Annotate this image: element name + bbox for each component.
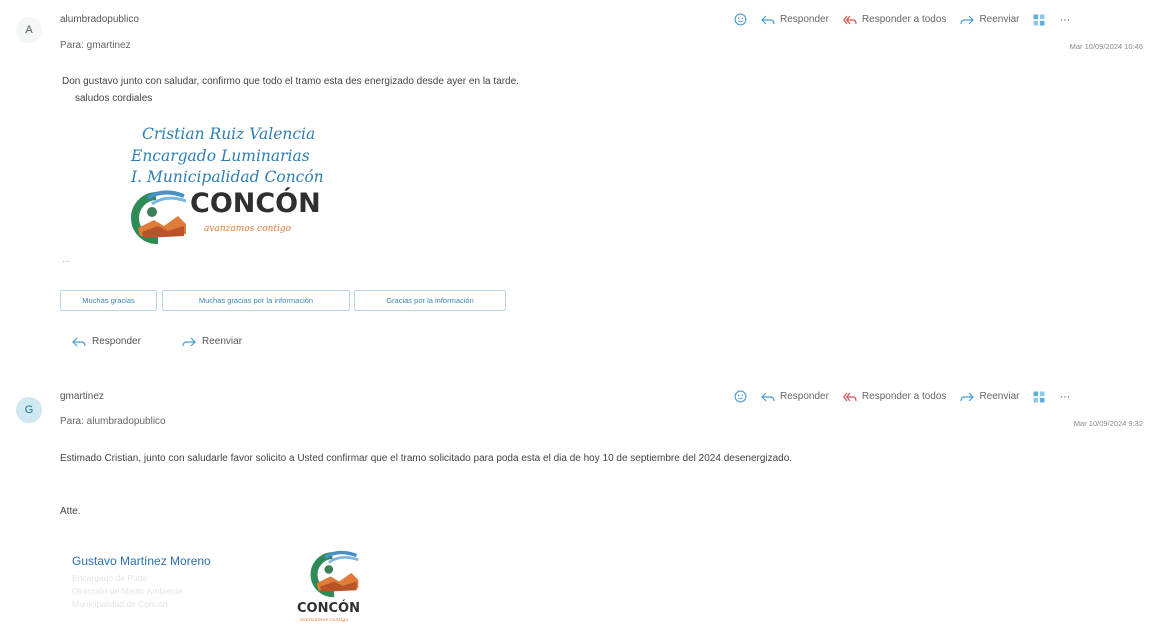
message-body-line: saludos cordiales (75, 93, 153, 104)
concon-logo: CONCÓN avanzamos contigo (290, 546, 386, 626)
reply-label: Responder (780, 391, 829, 402)
footer-reply-button[interactable]: Responder (72, 336, 141, 347)
message-closing: Atte. (60, 506, 81, 517)
smiley-icon (734, 13, 747, 26)
footer-forward-label: Reenviar (202, 336, 243, 347)
apps-button[interactable] (1033, 14, 1045, 26)
quick-reply-chip[interactable]: Gracias por la información (354, 290, 506, 311)
emoji-reaction-button[interactable] (734, 13, 747, 26)
recipient-line: Para: alumbradopublico (60, 416, 166, 427)
more-options-icon: ··· (1059, 390, 1071, 403)
signature-title: Encargado de Poda (72, 573, 148, 583)
sender-avatar: G (16, 397, 42, 423)
message-date: Mar 10/09/2024 10:46 (1069, 42, 1143, 51)
message-actions: Responder Responder a todos Reenviar ··· (734, 13, 1070, 26)
footer-forward-button[interactable]: Reenviar (182, 336, 242, 347)
reply-all-label: Responder a todos (861, 14, 947, 25)
forward-arrow-icon (182, 337, 196, 346)
signature-organization: Municipalidad de Concón (72, 599, 168, 609)
sender-name[interactable]: alumbradopublico (60, 14, 139, 25)
reply-arrow-icon (761, 15, 775, 24)
reply-all-arrow-icon (842, 15, 857, 24)
logo-wordmark: CONCÓN (297, 601, 360, 616)
reply-label: Responder (780, 14, 829, 25)
message-body-line: Don gustavo junto con saludar, confirmo … (62, 76, 519, 87)
more-options-icon: ··· (1059, 13, 1071, 26)
concon-emblem-icon (131, 190, 187, 244)
recipient-line: Para: gmartinez (60, 40, 131, 51)
reply-button[interactable]: Responder (761, 14, 829, 25)
signature-title: Encargado Luminarias (131, 147, 310, 165)
reply-all-button[interactable]: Responder a todos (842, 391, 947, 402)
signature-name: Cristian Ruiz Valencia (142, 125, 316, 143)
reply-all-arrow-icon (842, 392, 857, 401)
reply-button[interactable]: Responder (761, 391, 829, 402)
sender-name[interactable]: gmartinez (60, 391, 104, 402)
logo-tagline: avanzamos contigo (204, 224, 292, 234)
more-options-button[interactable]: ··· (1059, 391, 1070, 403)
quick-reply-chip[interactable]: Muchas gracias por la información (162, 290, 350, 311)
reply-all-button[interactable]: Responder a todos (842, 14, 947, 25)
emoji-reaction-button[interactable] (734, 390, 747, 403)
footer-reply-label: Responder (92, 336, 141, 347)
grid-apps-icon (1033, 14, 1045, 25)
message-date: Mar 10/09/2024 9:32 (1073, 419, 1143, 428)
smiley-icon (734, 390, 747, 403)
reply-all-label: Responder a todos (861, 391, 947, 402)
quick-reply-chip[interactable]: Muchas gracias (60, 290, 157, 311)
concon-logo: CONCÓN avanzamos contigo (128, 186, 343, 244)
message-actions: Responder Responder a todos Reenviar ··· (734, 390, 1070, 403)
grid-apps-icon (1033, 391, 1045, 402)
logo-tagline: avanzamos contigo (300, 617, 349, 623)
forward-arrow-icon (960, 392, 975, 401)
apps-button[interactable] (1033, 391, 1045, 403)
concon-emblem-icon (310, 550, 359, 598)
signature-name: Gustavo Martínez Moreno (72, 554, 211, 568)
more-options-button[interactable]: ··· (1059, 14, 1070, 26)
signature-organization: I. Municipalidad Concón (131, 168, 324, 186)
show-trimmed-content[interactable]: ... (62, 254, 70, 265)
forward-button[interactable]: Reenviar (960, 391, 1019, 402)
forward-button[interactable]: Reenviar (960, 14, 1019, 25)
logo-wordmark: CONCÓN (190, 188, 321, 219)
reply-arrow-icon (761, 392, 775, 401)
signature-department: Dirección de Medio Ambiente (72, 586, 183, 596)
forward-arrow-icon (960, 15, 975, 24)
message-body-line: Estimado Cristian, junto con saludarle f… (60, 453, 793, 464)
forward-label: Reenviar (979, 391, 1020, 402)
sender-avatar: A (16, 17, 42, 43)
reply-arrow-icon (72, 337, 86, 346)
forward-label: Reenviar (979, 14, 1020, 25)
